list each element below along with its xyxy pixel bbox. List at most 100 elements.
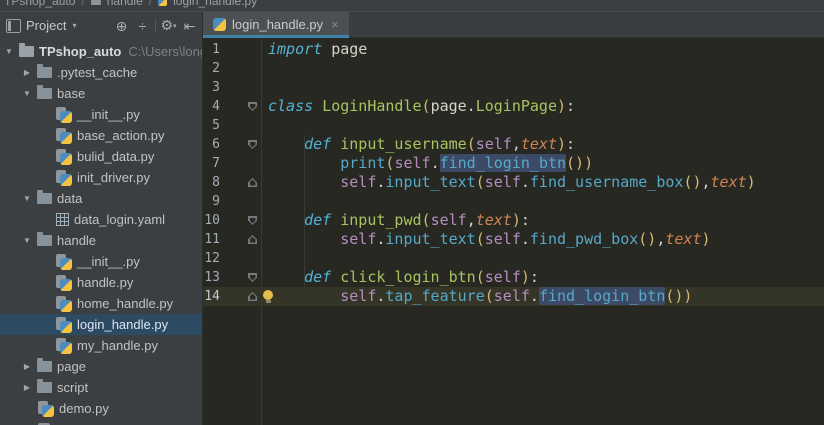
line-number[interactable]: 6: [203, 135, 220, 154]
code-token: input_pwd: [340, 211, 422, 229]
chevron-down-icon[interactable]: ▼: [22, 194, 32, 203]
chevron-down-icon[interactable]: ▾: [72, 21, 76, 30]
python-file-icon: [213, 18, 226, 31]
code-line-4: 4 class LoginHandle(page.LoginPage):: [203, 97, 824, 116]
fold-end-icon[interactable]: [248, 292, 257, 301]
line-number[interactable]: 1: [203, 40, 220, 59]
line-number[interactable]: 14: [203, 287, 220, 306]
tree-item-handle[interactable]: ▼ handle: [0, 230, 202, 251]
chevron-down-icon[interactable]: ▼: [4, 47, 14, 56]
tree-item-handle-py[interactable]: handle.py: [0, 272, 202, 293]
code-token: text: [475, 211, 512, 229]
line-number[interactable]: 5: [203, 116, 220, 135]
code-token: text: [710, 173, 747, 191]
tree-item-label: .pytest_cache: [57, 65, 138, 80]
code-token: ()): [665, 287, 693, 305]
line-number[interactable]: 10: [203, 211, 220, 230]
settings-gear-icon[interactable]: ⚙▾: [160, 18, 177, 34]
code-token: self: [493, 287, 530, 305]
tree-item-data-login-yaml[interactable]: data_login.yaml: [0, 209, 202, 230]
line-number[interactable]: 8: [203, 173, 220, 192]
collapse-all-icon[interactable]: ÷: [134, 19, 151, 33]
tree-item-page[interactable]: ▶ page: [0, 356, 202, 377]
tree-item-label: base: [57, 86, 86, 101]
fold-collapse-icon[interactable]: [248, 216, 257, 225]
intention-bulb-icon[interactable]: [263, 290, 273, 303]
close-icon[interactable]: ×: [331, 17, 339, 32]
line-number[interactable]: 3: [203, 78, 220, 97]
project-view-icon: [6, 18, 21, 33]
breadcrumb-item[interactable]: handle: [107, 0, 143, 8]
code-token: self: [340, 287, 377, 305]
breadcrumb: TPshop_auto / handle / login_handle.py: [0, 0, 824, 11]
code-token: (: [484, 287, 494, 305]
hide-panel-icon[interactable]: ⇤: [181, 19, 198, 33]
tree-item-base[interactable]: ▼ base: [0, 83, 202, 104]
line-number[interactable]: 11: [203, 230, 220, 249]
folder-icon: [37, 190, 52, 204]
tree-item-init-driver-py[interactable]: init_driver.py: [0, 167, 202, 188]
line-number[interactable]: 4: [203, 97, 220, 116]
chevron-right-icon[interactable]: ▶: [22, 383, 32, 392]
line-number[interactable]: 13: [203, 268, 220, 287]
tree-item-label: home_handle.py: [77, 296, 174, 311]
breadcrumb-item[interactable]: login_handle.py: [173, 0, 257, 8]
python-file-icon: [56, 106, 72, 123]
code-token: self: [484, 268, 521, 286]
tree-item-script[interactable]: ▶ script: [0, 377, 202, 398]
tree-item-home-handle-py[interactable]: home_handle.py: [0, 293, 202, 314]
project-tree: ▼ TPshop_auto C:\Users\long ▶ .pytest_cache ▼…: [0, 39, 202, 425]
tree-item-label: login_handle.py: [77, 317, 169, 332]
chevron-down-icon[interactable]: ▼: [22, 89, 32, 98]
line-number[interactable]: 9: [203, 192, 220, 211]
editor[interactable]: 1 import page 2 3 4 class LoginHandle(page.Lo…: [203, 38, 824, 425]
code-token: .: [520, 230, 530, 248]
chevron-right-icon[interactable]: ▶: [22, 68, 32, 77]
chevron-right-icon[interactable]: ▶: [22, 362, 32, 371]
project-panel-title[interactable]: Project: [26, 18, 66, 33]
tree-item--pytest-cache[interactable]: ▶ .pytest_cache: [0, 62, 202, 83]
toolbar-icons: ⊕ ÷ ⚙▾ ⇤: [113, 18, 198, 34]
tree-item--init-py[interactable]: __init__.py: [0, 251, 202, 272]
fold-collapse-icon[interactable]: [248, 140, 257, 149]
code-line-9: 9: [203, 192, 824, 211]
fold-end-icon[interactable]: [248, 178, 257, 187]
tree-item-my-handle-py[interactable]: my_handle.py: [0, 335, 202, 356]
line-number[interactable]: 2: [203, 59, 220, 78]
code-token: self: [484, 230, 521, 248]
tree-item-partial[interactable]: [0, 419, 202, 425]
tree-item-tpshop-auto[interactable]: ▼ TPshop_auto C:\Users\long: [0, 41, 202, 62]
fold-end-icon[interactable]: [248, 235, 257, 244]
tree-item-label: data: [57, 191, 83, 206]
folder-icon: [37, 85, 52, 99]
tree-item-base-action-py[interactable]: base_action.py: [0, 125, 202, 146]
tree-item-login-handle-py[interactable]: login_handle.py: [0, 314, 202, 335]
yaml-icon: [56, 213, 69, 226]
chevron-down-icon[interactable]: ▼: [22, 236, 32, 245]
folder-icon: [37, 64, 52, 78]
code-line-11: 11 self.input_text(self.find_pwd_box(),t…: [203, 230, 824, 249]
line-number[interactable]: 7: [203, 154, 220, 173]
line-number[interactable]: 12: [203, 249, 220, 268]
fold-collapse-icon[interactable]: [248, 102, 257, 111]
code-token: :: [520, 211, 530, 229]
tree-item-label: data_login.yaml: [74, 212, 166, 227]
code-token: class: [268, 97, 314, 115]
code-area[interactable]: 1 import page 2 3 4 class LoginHandle(page.Lo…: [203, 38, 824, 306]
tree-item--init-py[interactable]: __init__.py: [0, 104, 202, 125]
python-file-icon: [56, 253, 72, 270]
code-token: (: [475, 230, 485, 248]
code-token: self: [340, 173, 377, 191]
tab-label: login_handle.py: [232, 17, 324, 32]
tree-item-demo-py[interactable]: demo.py: [0, 398, 202, 419]
tree-item-data[interactable]: ▼ data: [0, 188, 202, 209]
code-token: self: [430, 211, 467, 229]
tab-login-handle-py[interactable]: login_handle.py ×: [203, 12, 349, 38]
breadcrumb-item[interactable]: TPshop_auto: [4, 0, 75, 8]
fold-collapse-icon[interactable]: [248, 273, 257, 282]
locate-target-icon[interactable]: ⊕: [113, 19, 130, 33]
code-token: input_text: [385, 173, 476, 191]
tree-item-bulid-data-py[interactable]: bulid_data.py: [0, 146, 202, 167]
